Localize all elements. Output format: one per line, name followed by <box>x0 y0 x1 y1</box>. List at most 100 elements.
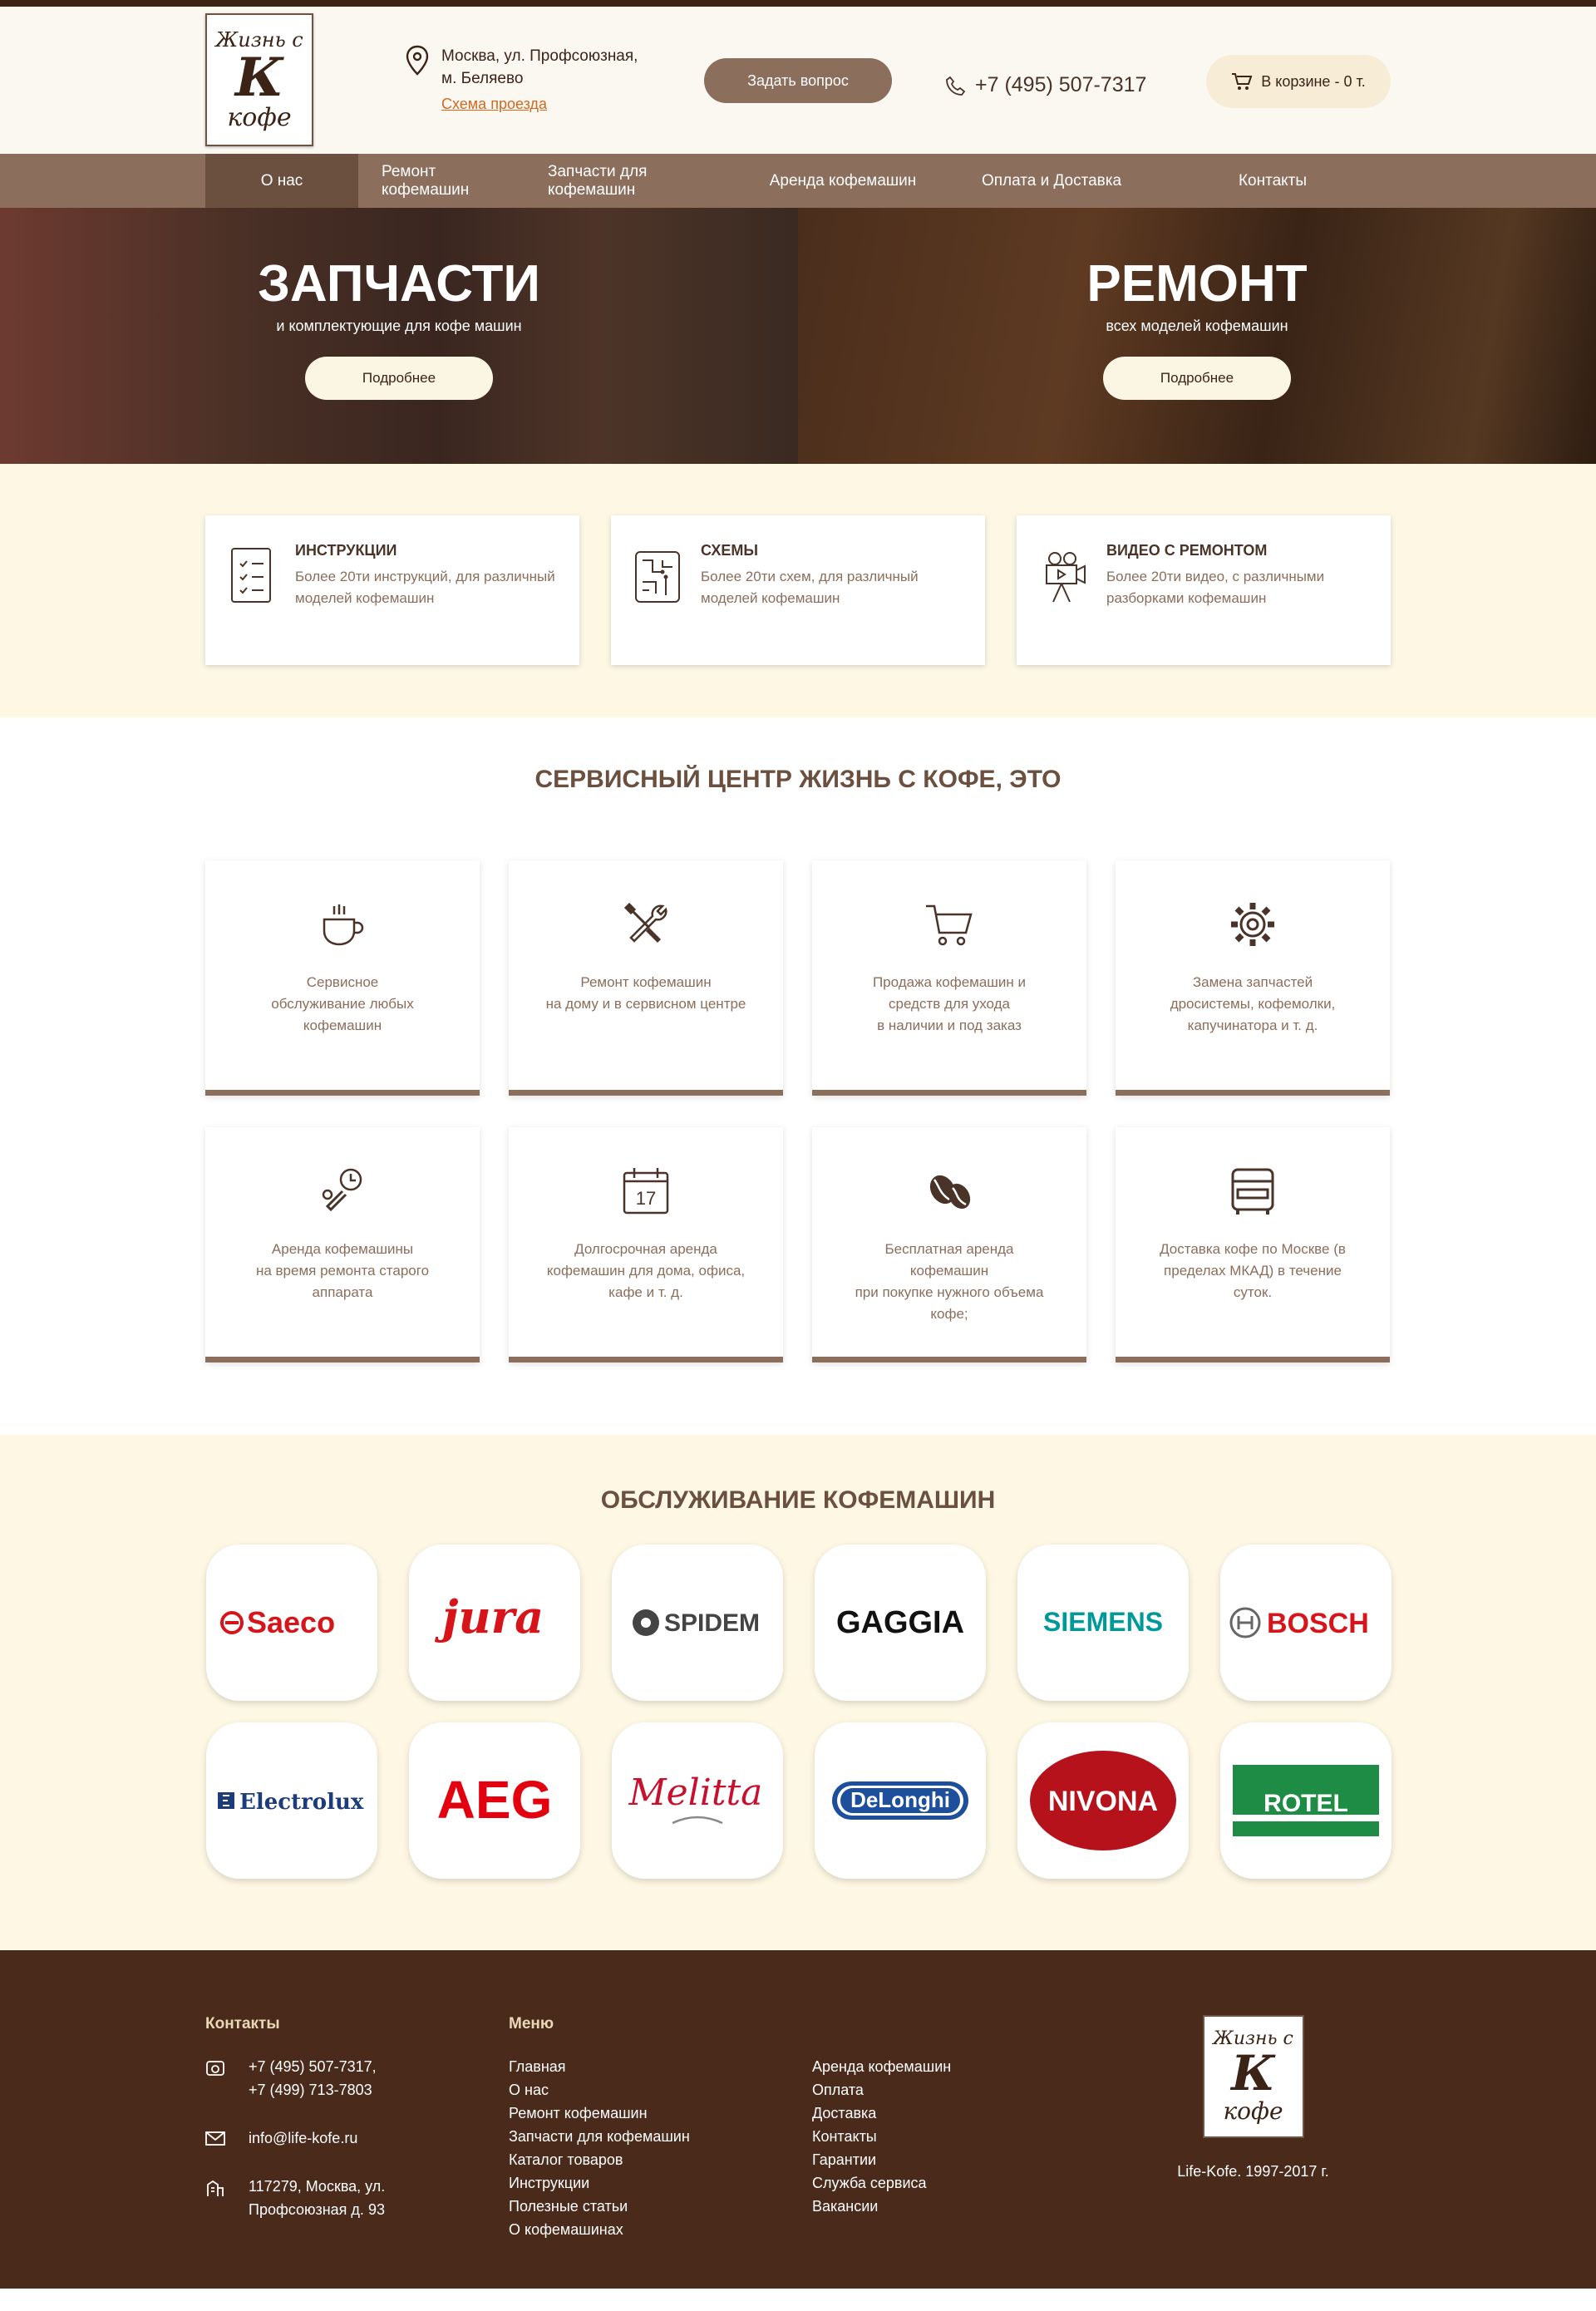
service-card[interactable]: 17 Долгосрочная аренда кофемашин для дом… <box>509 1127 783 1362</box>
header-phone[interactable]: +7 (495) 507-7317 <box>945 73 1146 97</box>
document-checklist-icon <box>231 548 271 603</box>
logo-letter: К <box>234 47 284 109</box>
brand-jura[interactable]: jura <box>409 1545 580 1701</box>
hero-parts-button[interactable]: Подробнее <box>305 357 493 400</box>
hero-parts-subtitle: и комплектующие для кофе машин <box>276 318 522 334</box>
footer-link-parts[interactable]: Запчасти для кофемашин <box>509 2125 812 2148</box>
footer-link-repair[interactable]: Ремонт кофемашин <box>509 2102 812 2125</box>
brand-name: jura <box>435 1590 544 1643</box>
hero-repair: РЕМОНТ всех моделей кофемашин Подробнее <box>798 208 1596 464</box>
service-card[interactable]: Замена запчастей дросистемы, кофемолки, … <box>1116 860 1390 1096</box>
feature-text: Более 20ти инструкций, для различный мод… <box>295 569 555 606</box>
footer-logo[interactable]: Жизнь с К кофе <box>1202 2015 1304 2138</box>
service-text: Замена запчастей дросистемы, кофемолки, … <box>1170 974 1336 1033</box>
route-link[interactable]: Схема проезда <box>441 93 638 116</box>
service-card[interactable]: Ремонт кофемашин на дому и в сервисном ц… <box>509 860 783 1096</box>
brand-aeg[interactable]: AEG <box>409 1722 580 1879</box>
brand-name: Melitta <box>628 1771 763 1814</box>
service-card[interactable]: Продажа кофемашин и средств для ухода в … <box>812 860 1086 1096</box>
service-card[interactable]: Доставка кофе по Москве (в пределах МКАД… <box>1116 1127 1390 1362</box>
calendar-icon: 17 <box>623 1168 669 1215</box>
footer-link-catalog[interactable]: Каталог товаров <box>509 2148 812 2171</box>
map-pin-icon <box>406 45 429 76</box>
feature-card-videos[interactable]: ВИДЕО С РЕМОНТОМ Более 20ти видео, с раз… <box>1017 515 1391 665</box>
service-text: Ремонт кофемашин на дому и в сервисном ц… <box>545 974 746 1012</box>
footer-contacts-title: Контакты <box>205 2015 280 2033</box>
header-address: Москва, ул. Профсоюзная, м. Беляево Схем… <box>405 45 638 116</box>
mail-icon <box>205 2131 225 2146</box>
footer-phone-2[interactable]: +7 (499) 713-7803 <box>249 2078 377 2102</box>
footer-address-line2: Профсоюзная д. 93 <box>249 2201 385 2218</box>
footer-link-vacancies[interactable]: Вакансии <box>812 2195 1116 2218</box>
nav-item-parts[interactable]: Запчасти для кофемашин <box>525 154 737 208</box>
footer-address: 117279, Москва, ул. Профсоюзная д. 93 <box>205 2175 509 2221</box>
service-text: Долгосрочная аренда кофемашин для дома, … <box>546 1241 746 1300</box>
address-line1: Москва, ул. Профсоюзная, <box>441 47 638 65</box>
cart-icon <box>1232 73 1253 90</box>
footer-phones: +7 (495) 507-7317, +7 (499) 713-7803 <box>205 2055 509 2102</box>
service-card[interactable]: Сервисное обслуживание любых кофемашин <box>205 860 480 1096</box>
service-text: Доставка кофе по Москве (в пределах МКАД… <box>1160 1241 1346 1300</box>
ask-question-button[interactable]: Задать вопрос <box>704 58 892 103</box>
phone-icon <box>206 2061 224 2076</box>
footer-link-home[interactable]: Главная <box>509 2055 812 2078</box>
site-logo[interactable]: Жизнь с К кофе <box>205 13 313 146</box>
cart-button[interactable]: В корзине - 0 т. <box>1206 55 1391 108</box>
brand-rotel[interactable]: ROTEL <box>1220 1722 1392 1879</box>
footer-email: info@life-kofe.ru <box>205 2126 509 2150</box>
footer-link-about[interactable]: О нас <box>509 2078 812 2102</box>
brand-name: DeLonghi <box>850 1787 950 1812</box>
footer-link-delivery[interactable]: Доставка <box>812 2102 1116 2125</box>
features-section: ИНСТРУКЦИИ Более 20ти инструкций, для ра… <box>0 464 1596 717</box>
feature-title: ИНСТРУКЦИИ <box>295 542 397 559</box>
circuit-board-icon <box>635 551 680 603</box>
footer-link-instructions[interactable]: Инструкции <box>509 2171 812 2195</box>
footer-link-rental[interactable]: Аренда кофемашин <box>812 2055 1116 2078</box>
brand-nivona[interactable]: NIVONA <box>1017 1722 1189 1879</box>
footer-link-about-machines[interactable]: О кофемашинах <box>509 2218 812 2241</box>
brand-delonghi[interactable]: DeLonghi <box>815 1722 986 1879</box>
footer-email-link[interactable]: info@life-kofe.ru <box>249 2126 357 2150</box>
bus-icon <box>1231 1168 1274 1215</box>
service-text: Продажа кофемашин и средств для ухода в … <box>872 974 1027 1033</box>
footer-menu-title: Меню <box>509 2015 554 2033</box>
brand-name: NIVONA <box>1048 1786 1158 1817</box>
footer-phone-1[interactable]: +7 (495) 507-7317, <box>249 2055 377 2078</box>
footer-link-service[interactable]: Служба сервиса <box>812 2171 1116 2195</box>
services-section: СЕРВИСНЫЙ ЦЕНТР ЖИЗНЬ С КОФЕ, ЭТО Сервис… <box>0 717 1596 1435</box>
brand-siemens[interactable]: SIEMENS <box>1017 1545 1189 1701</box>
brand-name: Saeco <box>247 1605 335 1639</box>
feature-title: ВИДЕО С РЕМОНТОМ <box>1106 542 1268 559</box>
hero-parts: ЗАПЧАСТИ и комплектующие для кофе машин … <box>0 208 798 464</box>
nav-item-contacts[interactable]: Контакты <box>1155 154 1391 208</box>
brands-title: ОБСЛУЖИВАНИЕ КОФЕМАШИН <box>600 1486 996 1514</box>
footer-link-warranty[interactable]: Гарантии <box>812 2148 1116 2171</box>
logo-line2: кофе <box>1223 2097 1283 2125</box>
footer-link-contacts[interactable]: Контакты <box>812 2125 1116 2148</box>
brand-electrolux[interactable]: Electrolux <box>206 1722 377 1879</box>
nav-item-rental[interactable]: Аренда кофемашин <box>737 154 948 208</box>
phone-icon <box>946 76 966 96</box>
coffee-beans-icon <box>929 1175 971 1210</box>
brand-saeco[interactable]: Saeco <box>206 1545 377 1701</box>
footer-link-articles[interactable]: Полезные статьи <box>509 2195 812 2218</box>
nav-item-payment[interactable]: Оплата и Доставка <box>948 154 1155 208</box>
brands-section: ОБСЛУЖИВАНИЕ КОФЕМАШИН Saeco jura SPIDEM… <box>0 1435 1596 1950</box>
main-nav: О нас Ремонт кофемашин Запчасти для кофе… <box>0 154 1596 208</box>
service-card[interactable]: Аренда кофемашины на время ремонта старо… <box>205 1127 480 1362</box>
site-header: Жизнь с К кофе Москва, ул. Профсоюзная, … <box>0 7 1596 154</box>
brand-spidem[interactable]: SPIDEM <box>612 1545 783 1701</box>
footer-copyright: Life-Kofe. 1997-2017 г. <box>1177 2163 1329 2180</box>
hero-repair-button[interactable]: Подробнее <box>1103 357 1291 400</box>
feature-card-instructions[interactable]: ИНСТРУКЦИИ Более 20ти инструкций, для ра… <box>205 515 579 665</box>
brand-name: BOSCH <box>1267 1608 1369 1639</box>
feature-card-schemes[interactable]: СХЕМЫ Более 20ти схем, для различный мод… <box>611 515 985 665</box>
brand-bosch[interactable]: BOSCH <box>1220 1545 1392 1701</box>
nav-item-repair[interactable]: Ремонт кофемашин <box>358 154 525 208</box>
footer-link-payment[interactable]: Оплата <box>812 2078 1116 2102</box>
nav-item-about[interactable]: О нас <box>205 154 358 208</box>
brand-melitta[interactable]: Melitta <box>612 1722 783 1879</box>
brand-name: SIEMENS <box>1043 1607 1163 1637</box>
brand-gaggia[interactable]: GAGGIA <box>815 1545 986 1701</box>
service-card[interactable]: Бесплатная аренда кофемашин при покупке … <box>812 1127 1086 1362</box>
